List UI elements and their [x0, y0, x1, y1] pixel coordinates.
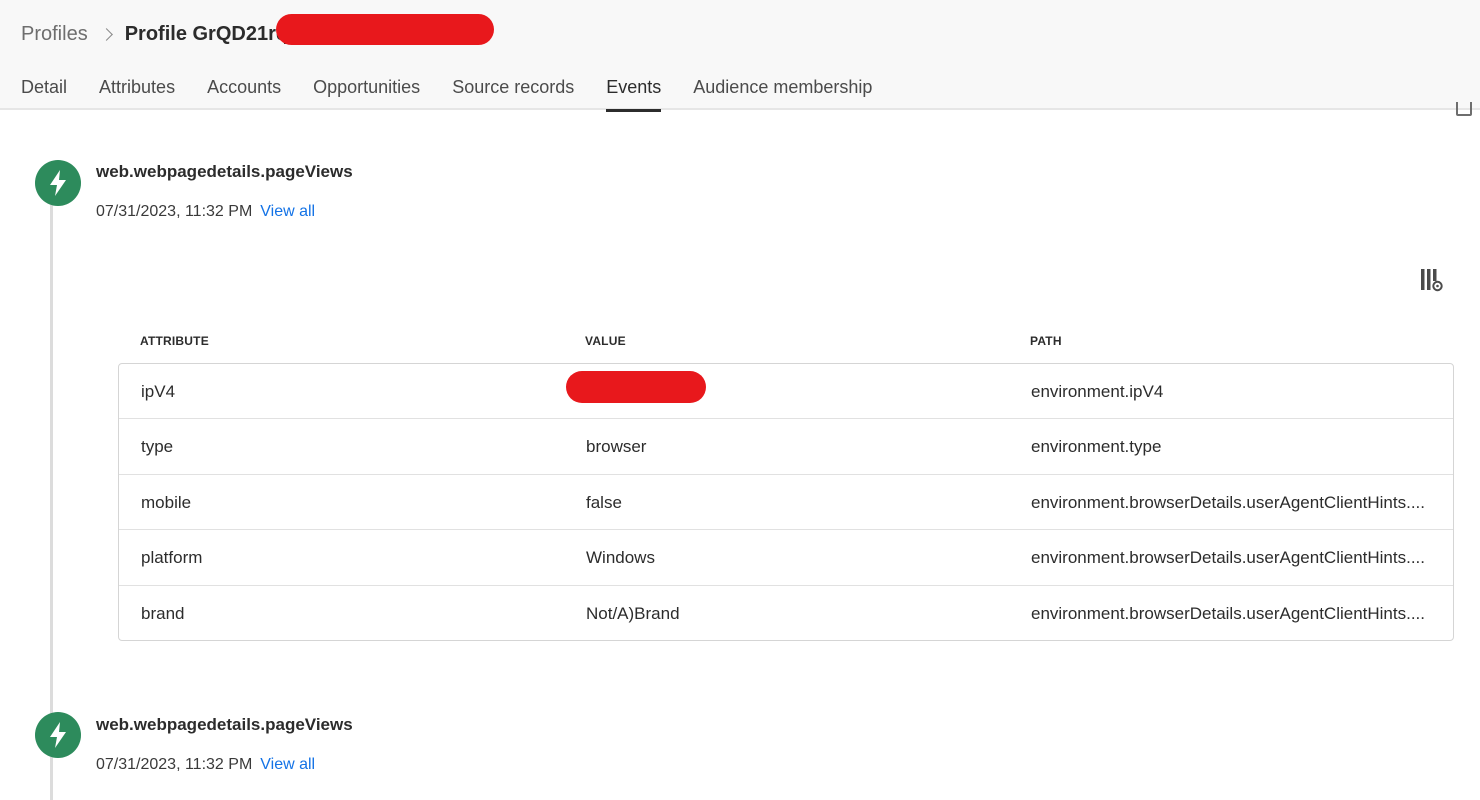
cell-attribute: platform: [141, 548, 203, 568]
code-icon: [1456, 102, 1472, 116]
cell-path: environment.browserDetails.userAgentClie…: [1031, 603, 1426, 623]
cell-attribute: brand: [141, 603, 185, 623]
view-json-button-partial[interactable]: [1456, 102, 1472, 116]
timeline-line: [50, 200, 53, 800]
cell-path: environment.ipV4: [1031, 382, 1164, 401]
breadcrumb-profiles-link[interactable]: Profiles: [21, 23, 88, 46]
table-row[interactable]: mobile false environment.browserDetails.…: [119, 475, 1453, 531]
tab-source-records[interactable]: Source records: [452, 68, 574, 112]
chevron-right-icon: [99, 27, 113, 41]
cell-attribute: type: [141, 437, 174, 457]
tab-accounts[interactable]: Accounts: [207, 68, 281, 112]
table-row[interactable]: platform Windows environment.browserDeta…: [119, 530, 1453, 586]
event-timestamp: 07/31/2023, 11:32 PM: [96, 203, 253, 220]
tab-attributes[interactable]: Attributes: [99, 68, 175, 112]
tab-bar: Detail Attributes Accounts Opportunities…: [21, 68, 904, 112]
event-title: web.webpagedetails.pageViews: [96, 162, 353, 181]
tab-opportunities[interactable]: Opportunities: [313, 68, 420, 112]
view-all-link[interactable]: View all: [260, 756, 315, 774]
cell-value: Not/A)Brand: [586, 603, 680, 623]
cell-attribute: ipV4: [141, 382, 176, 401]
cell-value: browser: [586, 437, 647, 457]
event-timestamp: 07/31/2023, 11:32 PM: [96, 756, 253, 773]
page-title: Profile GrQD21rqz: [124, 22, 299, 45]
redaction-mark: [566, 371, 706, 403]
event-attributes-table: ipV4 environment.ipV4 type browser envir…: [118, 363, 1454, 641]
cell-value: false: [586, 492, 622, 512]
tab-events[interactable]: Events: [606, 68, 662, 112]
event-title: web.webpagedetails.pageViews: [96, 715, 353, 734]
cell-path: environment.browserDetails.userAgentClie…: [1031, 492, 1426, 512]
column-settings-button[interactable]: [1420, 268, 1444, 292]
column-header-value[interactable]: VALUE: [585, 334, 626, 348]
lightning-icon: [35, 712, 81, 758]
page-header: Profiles Profile GrQD21rqz Detail Attrib…: [0, 0, 1480, 112]
view-all-link[interactable]: View all: [260, 203, 315, 221]
cell-path: environment.browserDetails.userAgentClie…: [1031, 548, 1426, 568]
cell-path: environment.type: [1031, 437, 1162, 457]
breadcrumb: Profiles Profile GrQD21rqz: [21, 20, 298, 48]
column-settings-icon: [1421, 269, 1443, 292]
cell-value: Windows: [586, 548, 655, 568]
cell-attribute: mobile: [141, 492, 192, 512]
column-header-attribute[interactable]: ATTRIBUTE: [140, 334, 209, 348]
table-row[interactable]: ipV4 environment.ipV4: [119, 364, 1453, 420]
table-header: ATTRIBUTE VALUE PATH: [118, 332, 1454, 352]
tab-audience-membership[interactable]: Audience membership: [693, 68, 872, 112]
event-meta: 07/31/2023, 11:32 PM View all: [96, 756, 315, 774]
table-row[interactable]: brand Not/A)Brand environment.browserDet…: [119, 586, 1453, 640]
event-meta: 07/31/2023, 11:32 PM View all: [96, 203, 315, 221]
table-row[interactable]: type browser environment.type: [119, 419, 1453, 475]
tab-detail[interactable]: Detail: [21, 68, 67, 112]
lightning-icon: [35, 160, 81, 206]
column-header-path[interactable]: PATH: [1030, 334, 1062, 348]
redaction-mark: [276, 14, 494, 45]
